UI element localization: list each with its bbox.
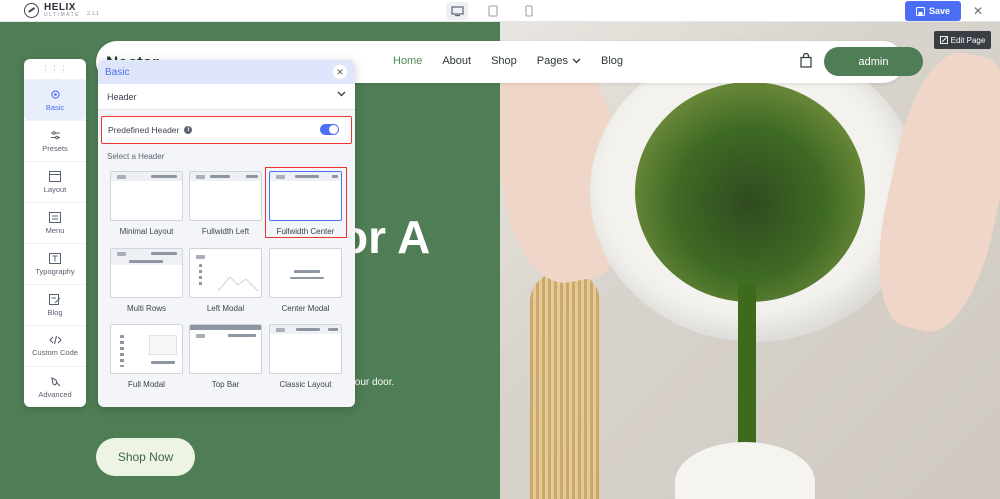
- predefined-header-toggle[interactable]: [320, 124, 339, 135]
- header-option-label: Multi Rows: [126, 304, 167, 313]
- panel-header: Basic ✕: [98, 60, 355, 84]
- blog-icon: [49, 293, 61, 305]
- chevron-down-icon: [572, 58, 581, 64]
- sidebar-item-presets[interactable]: Presets: [24, 120, 86, 161]
- builder-topbar: HELIX ULTIMATE 2.1.1 Save ✕: [0, 0, 1000, 22]
- selected-header-highlight: [265, 167, 347, 238]
- chevron-down-icon: [337, 91, 346, 97]
- header-option-left-modal[interactable]: Left Modal: [189, 248, 262, 313]
- admin-button[interactable]: admin: [824, 47, 923, 76]
- tablet-icon[interactable]: [482, 2, 504, 20]
- header-option-minimal-layout[interactable]: Minimal Layout: [110, 171, 183, 236]
- edit-page-label: Edit Page: [950, 35, 986, 45]
- sidebar-item-label: Layout: [43, 184, 67, 194]
- sidebar-item-label: Basic: [45, 102, 65, 112]
- header-option-label: Minimal Layout: [119, 227, 174, 236]
- sidebar-item-typography[interactable]: Typography: [24, 243, 86, 284]
- header-preview: [189, 171, 262, 221]
- bowl-shape: [675, 442, 815, 499]
- sidebar-item-label: Presets: [42, 143, 68, 153]
- predefined-header-label: Predefined Header: [108, 125, 180, 135]
- panel-title: Basic: [105, 66, 130, 78]
- sidebar-item-layout[interactable]: Layout: [24, 161, 86, 202]
- sidebar-item-advanced[interactable]: Advanced: [24, 366, 86, 407]
- layout-icon: [49, 170, 61, 182]
- header-option-label: Fullwidth Left: [201, 227, 250, 236]
- header-option-full-modal[interactable]: Full Modal: [110, 324, 183, 389]
- select-header-label: Select a Header: [107, 152, 165, 161]
- mobile-icon[interactable]: [518, 2, 540, 20]
- sidebar-item-menu[interactable]: Menu: [24, 202, 86, 243]
- sidebar-item-label: Menu: [45, 225, 65, 235]
- whisk-shape: [530, 272, 600, 499]
- gear-icon: [50, 89, 60, 99]
- builder-sidebar: ⋮⋮⋮ Basic Presets Layout Menu Typography…: [24, 59, 86, 407]
- sidebar-item-label: Typography: [35, 266, 75, 276]
- header-option-fullwidth-left[interactable]: Fullwidth Left: [189, 171, 262, 236]
- helix-logo: HELIX ULTIMATE 2.1.1: [24, 3, 99, 18]
- nav-about[interactable]: About: [442, 55, 471, 67]
- close-icon[interactable]: ✕: [333, 65, 347, 79]
- hero-photo: [500, 22, 1000, 499]
- logo-subtitle: ULTIMATE: [44, 12, 80, 18]
- sidebar-item-label: Blog: [47, 307, 63, 317]
- edit-page-button[interactable]: Edit Page: [934, 31, 991, 49]
- info-icon[interactable]: i: [184, 126, 193, 134]
- device-switcher: [446, 2, 540, 20]
- header-preview: [110, 324, 183, 374]
- header-option-classic-layout[interactable]: Classic Layout: [269, 324, 342, 389]
- nav-pages-label: Pages: [536, 55, 568, 67]
- nav-shop[interactable]: Shop: [491, 55, 517, 67]
- save-icon: [915, 6, 925, 16]
- header-preview: [189, 324, 262, 374]
- header-preview: [269, 248, 342, 298]
- header-option-label: Top Bar: [211, 380, 240, 389]
- code-icon: [48, 335, 62, 345]
- sidebar-item-blog[interactable]: Blog: [24, 284, 86, 325]
- shop-now-button[interactable]: Shop Now: [96, 438, 195, 476]
- sidebar-item-label: Custom Code: [32, 348, 78, 357]
- header-option-multi-rows[interactable]: Multi Rows: [110, 248, 183, 313]
- nav-home[interactable]: Home: [393, 55, 422, 67]
- header-option-label: Classic Layout: [279, 380, 332, 389]
- section-select[interactable]: Header: [98, 84, 355, 110]
- header-option-label: Center Modal: [281, 304, 330, 313]
- header-preview: [110, 248, 183, 298]
- menu-icon: [49, 211, 61, 223]
- nav-blog[interactable]: Blog: [601, 55, 623, 67]
- nav-pages[interactable]: Pages: [537, 55, 581, 67]
- sidebar-item-basic[interactable]: Basic: [24, 79, 86, 120]
- drag-handle-icon[interactable]: ⋮⋮⋮: [24, 59, 86, 79]
- nav-links: Home About Shop Pages Blog: [393, 55, 623, 67]
- save-label: Save: [928, 6, 951, 16]
- header-preview: [189, 248, 262, 298]
- helix-logo-icon: [24, 3, 39, 18]
- header-option-top-bar[interactable]: Top Bar: [189, 324, 262, 389]
- version-label: 2.1.1: [86, 10, 100, 17]
- cart-icon[interactable]: [800, 52, 812, 73]
- edit-icon: [939, 36, 948, 44]
- advanced-icon: [50, 376, 60, 386]
- desktop-icon[interactable]: [446, 2, 468, 20]
- header-option-center-modal[interactable]: Center Modal: [269, 248, 342, 313]
- matcha-shape: [635, 82, 865, 302]
- sidebar-item-custom-code[interactable]: Custom Code: [24, 325, 86, 366]
- close-builder-button[interactable]: ✕: [969, 3, 987, 19]
- sliders-icon: [50, 130, 60, 139]
- header-option-label: Full Modal: [128, 380, 165, 389]
- header-preview: [269, 324, 342, 374]
- sidebar-item-label: Advanced: [38, 389, 72, 399]
- section-select-value: Header: [107, 91, 137, 102]
- typography-icon: [49, 252, 61, 264]
- save-button[interactable]: Save: [905, 1, 961, 21]
- basic-settings-panel: Basic ✕ Header Predefined Header i Selec…: [98, 60, 355, 407]
- header-option-label: Left Modal: [206, 304, 245, 313]
- header-preview: [110, 171, 183, 221]
- predefined-header-row: Predefined Header i: [101, 116, 352, 144]
